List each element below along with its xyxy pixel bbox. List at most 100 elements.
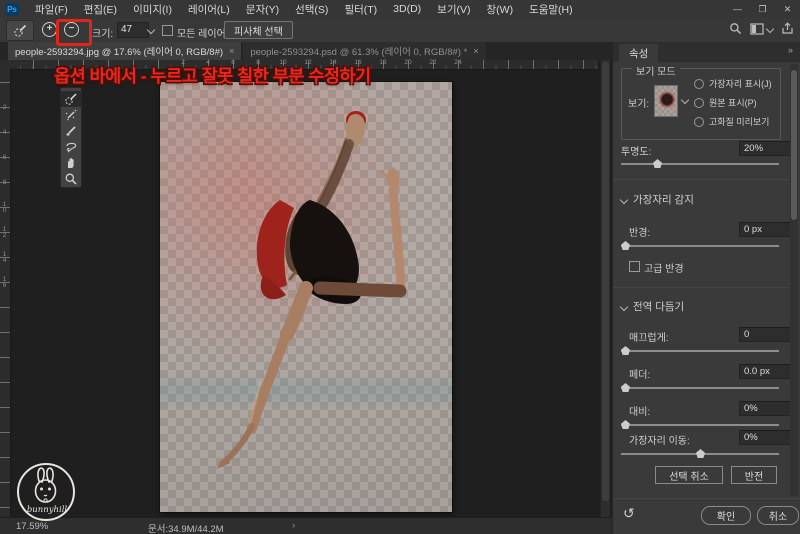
view-label: 보기:: [628, 95, 649, 110]
menu-bar: Ps 파일(F) 편집(E) 이미지(I) 레이어(L) 문자(Y) 선택(S)…: [0, 0, 800, 19]
quick-selection-icon: [13, 23, 28, 38]
work-area: 24681012141618202224 246810121416: [0, 60, 612, 517]
quick-selection-icon: [64, 92, 78, 106]
photoshop-app-icon[interactable]: Ps: [5, 3, 19, 16]
transparency-value[interactable]: 20%: [739, 141, 795, 156]
tab-people-jpg[interactable]: people-2593294.jpg @ 17.6% (레이어 0, RGB/8…: [8, 42, 241, 60]
refine-edge-brush-tool[interactable]: [61, 107, 81, 123]
properties-panel: 속성 » 보기 모드 보기: 가장자리 표시(J) 원본 표시(P) 고화질 미…: [612, 42, 800, 534]
collapse-panel-icon[interactable]: »: [788, 45, 793, 55]
high-quality-preview-option[interactable]: 고화질 미리보기: [694, 115, 769, 128]
contrast-label: 대비:: [629, 403, 650, 418]
radius-value[interactable]: 0 px: [739, 222, 795, 237]
menu-layer[interactable]: 레이어(L): [180, 2, 238, 17]
quick-selection-tool[interactable]: [61, 91, 81, 107]
edge-detection-header: 가장자리 감지: [633, 192, 694, 207]
select-subject-button[interactable]: 피사체 선택: [224, 21, 293, 39]
global-refine-section[interactable]: 전역 다듬기: [621, 299, 684, 314]
brush-size-label: 크기:: [92, 25, 113, 40]
smooth-slider[interactable]: [621, 350, 779, 352]
shift-edge-label: 가장자리 이동:: [629, 432, 690, 447]
brush-tool[interactable]: [61, 123, 81, 139]
menu-type[interactable]: 문자(Y): [238, 2, 287, 17]
maximize-button[interactable]: ❐: [750, 0, 775, 18]
menu-edit[interactable]: 편집(E): [76, 2, 125, 17]
search-icon[interactable]: [729, 22, 742, 35]
global-refine-header: 전역 다듬기: [633, 299, 684, 314]
document-tab-bar: people-2593294.jpg @ 17.6% (레이어 0, RGB/8…: [0, 42, 612, 60]
show-edge-label: 가장자리 표시(J): [709, 77, 772, 90]
ok-button[interactable]: 확인: [701, 506, 751, 525]
menu-help[interactable]: 도움말(H): [521, 2, 581, 17]
contrast-value[interactable]: 0%: [739, 401, 795, 416]
left-ruler: 246810121416: [0, 69, 11, 517]
tab-people-psd[interactable]: people-2593294.psd @ 61.3% (레이어 0, RGB/8…: [243, 42, 485, 60]
transparency-label: 투명도:: [621, 143, 651, 158]
show-original-radio[interactable]: [694, 98, 704, 108]
feather-label: 페더:: [629, 366, 650, 381]
current-tool-preset[interactable]: [6, 20, 34, 41]
lasso-icon: [64, 140, 78, 154]
watermark-text: bunnyhill: [27, 505, 68, 515]
menu-select[interactable]: 선택(S): [287, 2, 336, 17]
work-area-scrollbar[interactable]: [600, 60, 610, 517]
smooth-label: 매끄럽게:: [629, 329, 669, 344]
hand-tool[interactable]: [61, 155, 81, 171]
document-size: 문서:34.9M/44.2M: [148, 521, 224, 534]
zoom-icon: [64, 172, 78, 186]
deselect-button[interactable]: 선택 취소: [655, 466, 723, 484]
feather-slider[interactable]: [621, 387, 779, 389]
minimize-button[interactable]: —: [725, 0, 750, 18]
show-original-label: 원본 표시(P): [709, 96, 757, 109]
tab-properties[interactable]: 속성: [619, 44, 658, 62]
select-and-mask-toolbar: [60, 87, 82, 188]
tutorial-annotation-text: 옵션 바에서 - 누르고 잘못 칠한 부분 수정하기: [54, 63, 371, 88]
workspace-dropdown-icon: [766, 24, 774, 32]
workspace-switcher[interactable]: [750, 23, 773, 35]
cancel-button[interactable]: 취소: [757, 506, 799, 525]
options-bar: + − 크기: 47 모든 레이어 샘플링 피사체 선택: [0, 18, 800, 43]
reset-icon[interactable]: ↺: [623, 505, 635, 522]
brush-size-input[interactable]: 47: [117, 22, 149, 38]
view-dropdown-icon[interactable]: [681, 96, 689, 104]
panel-scrollbar[interactable]: [790, 64, 798, 496]
smooth-value[interactable]: 0: [739, 327, 795, 342]
radius-slider[interactable]: [621, 245, 779, 247]
tab-title: people-2593294.jpg @ 17.6% (레이어 0, RGB/8…: [15, 44, 223, 58]
shift-edge-slider[interactable]: [621, 453, 779, 455]
smart-radius-checkbox[interactable]: [629, 261, 640, 272]
high-quality-preview-label: 고화질 미리보기: [709, 115, 769, 128]
show-edge-radio[interactable]: [694, 79, 704, 89]
menu-image[interactable]: 이미지(I): [125, 2, 180, 17]
menu-view[interactable]: 보기(V): [429, 2, 478, 17]
invert-button[interactable]: 반전: [731, 466, 777, 484]
menu-3d[interactable]: 3D(D): [385, 3, 429, 15]
view-thumbnail[interactable]: [654, 85, 678, 117]
menu-file[interactable]: 파일(F): [27, 2, 76, 17]
close-button[interactable]: ✕: [775, 0, 800, 18]
tab-close-icon[interactable]: ×: [229, 46, 234, 56]
transparency-slider[interactable]: [621, 163, 779, 165]
add-to-selection-button[interactable]: +: [42, 22, 57, 37]
photoshop-window: Ps 파일(F) 편집(E) 이미지(I) 레이어(L) 문자(Y) 선택(S)…: [0, 0, 800, 534]
status-chevron-icon[interactable]: ›: [292, 520, 295, 531]
sample-all-layers-checkbox[interactable]: [162, 25, 173, 36]
show-edge-option[interactable]: 가장자리 표시(J): [694, 77, 772, 90]
menu-filter[interactable]: 필터(T): [336, 2, 385, 17]
shift-edge-value[interactable]: 0%: [739, 430, 795, 445]
lasso-tool[interactable]: [61, 139, 81, 155]
hand-icon: [64, 156, 78, 170]
zoom-tool[interactable]: [61, 171, 81, 187]
smart-radius-label: 고급 반경: [644, 260, 684, 275]
workspace-icon: [750, 23, 764, 35]
tab-close-icon[interactable]: ×: [473, 46, 478, 56]
feather-value[interactable]: 0.0 px: [739, 364, 795, 379]
share-icon[interactable]: [781, 22, 794, 35]
edge-detection-section[interactable]: 가장자리 감지: [621, 192, 694, 207]
show-original-option[interactable]: 원본 표시(P): [694, 96, 757, 109]
view-mode-legend: 보기 모드: [632, 63, 680, 78]
contrast-slider[interactable]: [621, 424, 779, 426]
high-quality-preview-radio[interactable]: [694, 117, 704, 127]
menu-window[interactable]: 창(W): [479, 2, 522, 17]
canvas[interactable]: [160, 82, 452, 512]
